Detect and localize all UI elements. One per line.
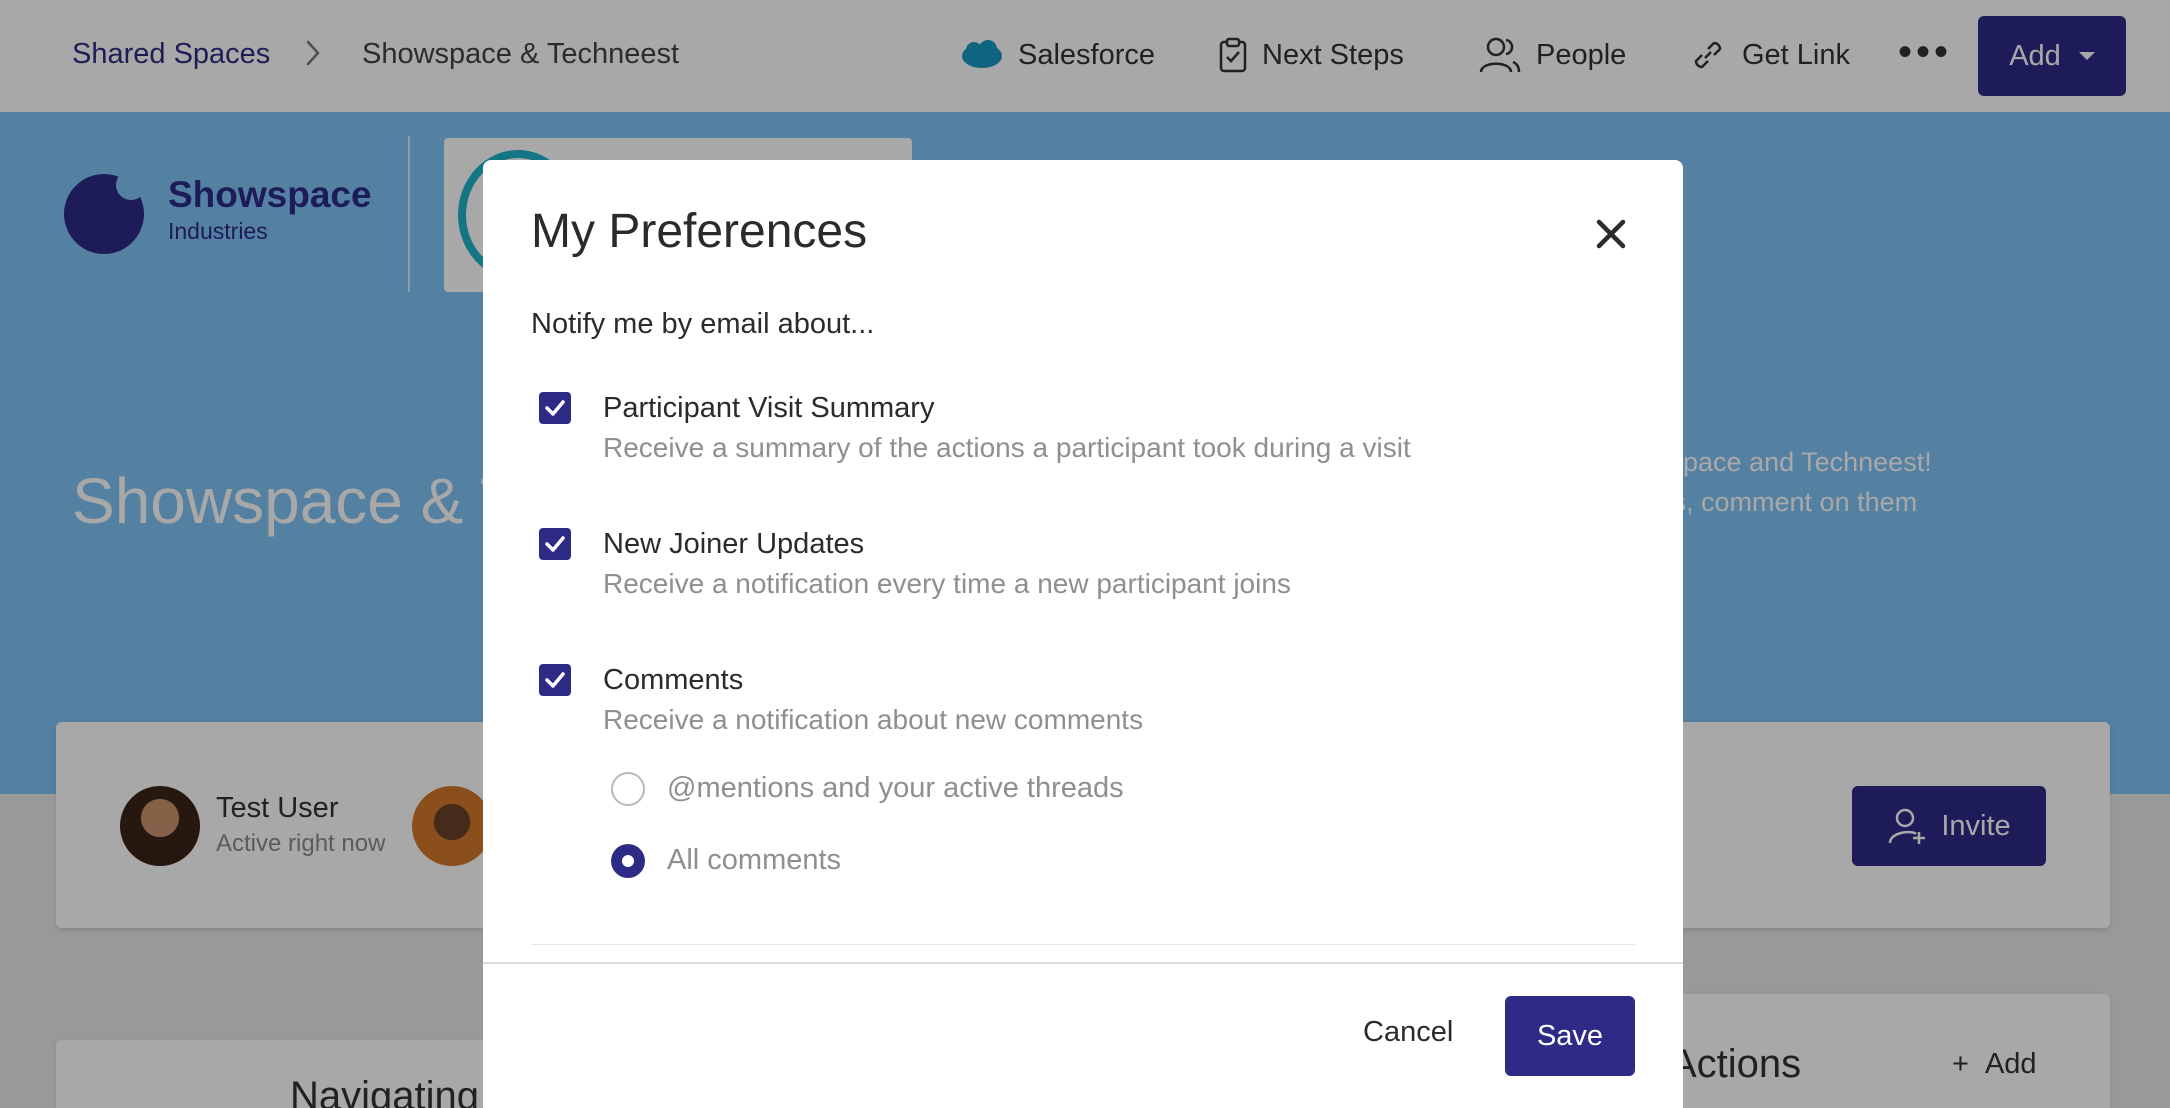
preferences-modal: My Preferences Notify me by email about.… (483, 160, 1683, 1108)
mentions-radio[interactable] (611, 772, 645, 806)
preference-label: Comments (603, 664, 744, 696)
modal-subtitle: Notify me by email about... (531, 308, 875, 340)
checkmark-icon (545, 536, 565, 552)
radio-label: All comments (667, 844, 842, 876)
checkmark-icon (545, 672, 565, 688)
close-icon[interactable] (1591, 214, 1631, 254)
preference-description: Receive a notification every time a new … (603, 568, 1291, 599)
modal-title: My Preferences (531, 205, 868, 258)
preference-description: Receive a notification about new comment… (603, 704, 1144, 735)
checkmark-icon (545, 400, 565, 416)
cancel-button[interactable]: Cancel (1363, 1016, 1453, 1049)
divider (531, 944, 1635, 945)
preference-label: New Joiner Updates (603, 528, 865, 560)
radio-label: @mentions and your active threads (667, 772, 1124, 804)
new-joiner-updates-checkbox[interactable] (539, 528, 571, 560)
preference-label: Participant Visit Summary (603, 392, 935, 424)
comments-checkbox[interactable] (539, 664, 571, 696)
preference-description: Receive a summary of the actions a parti… (603, 432, 1411, 463)
modal-footer-divider (483, 962, 1683, 964)
all-comments-radio[interactable] (611, 844, 645, 878)
save-button[interactable]: Save (1505, 996, 1635, 1076)
participant-visit-summary-checkbox[interactable] (539, 392, 571, 424)
